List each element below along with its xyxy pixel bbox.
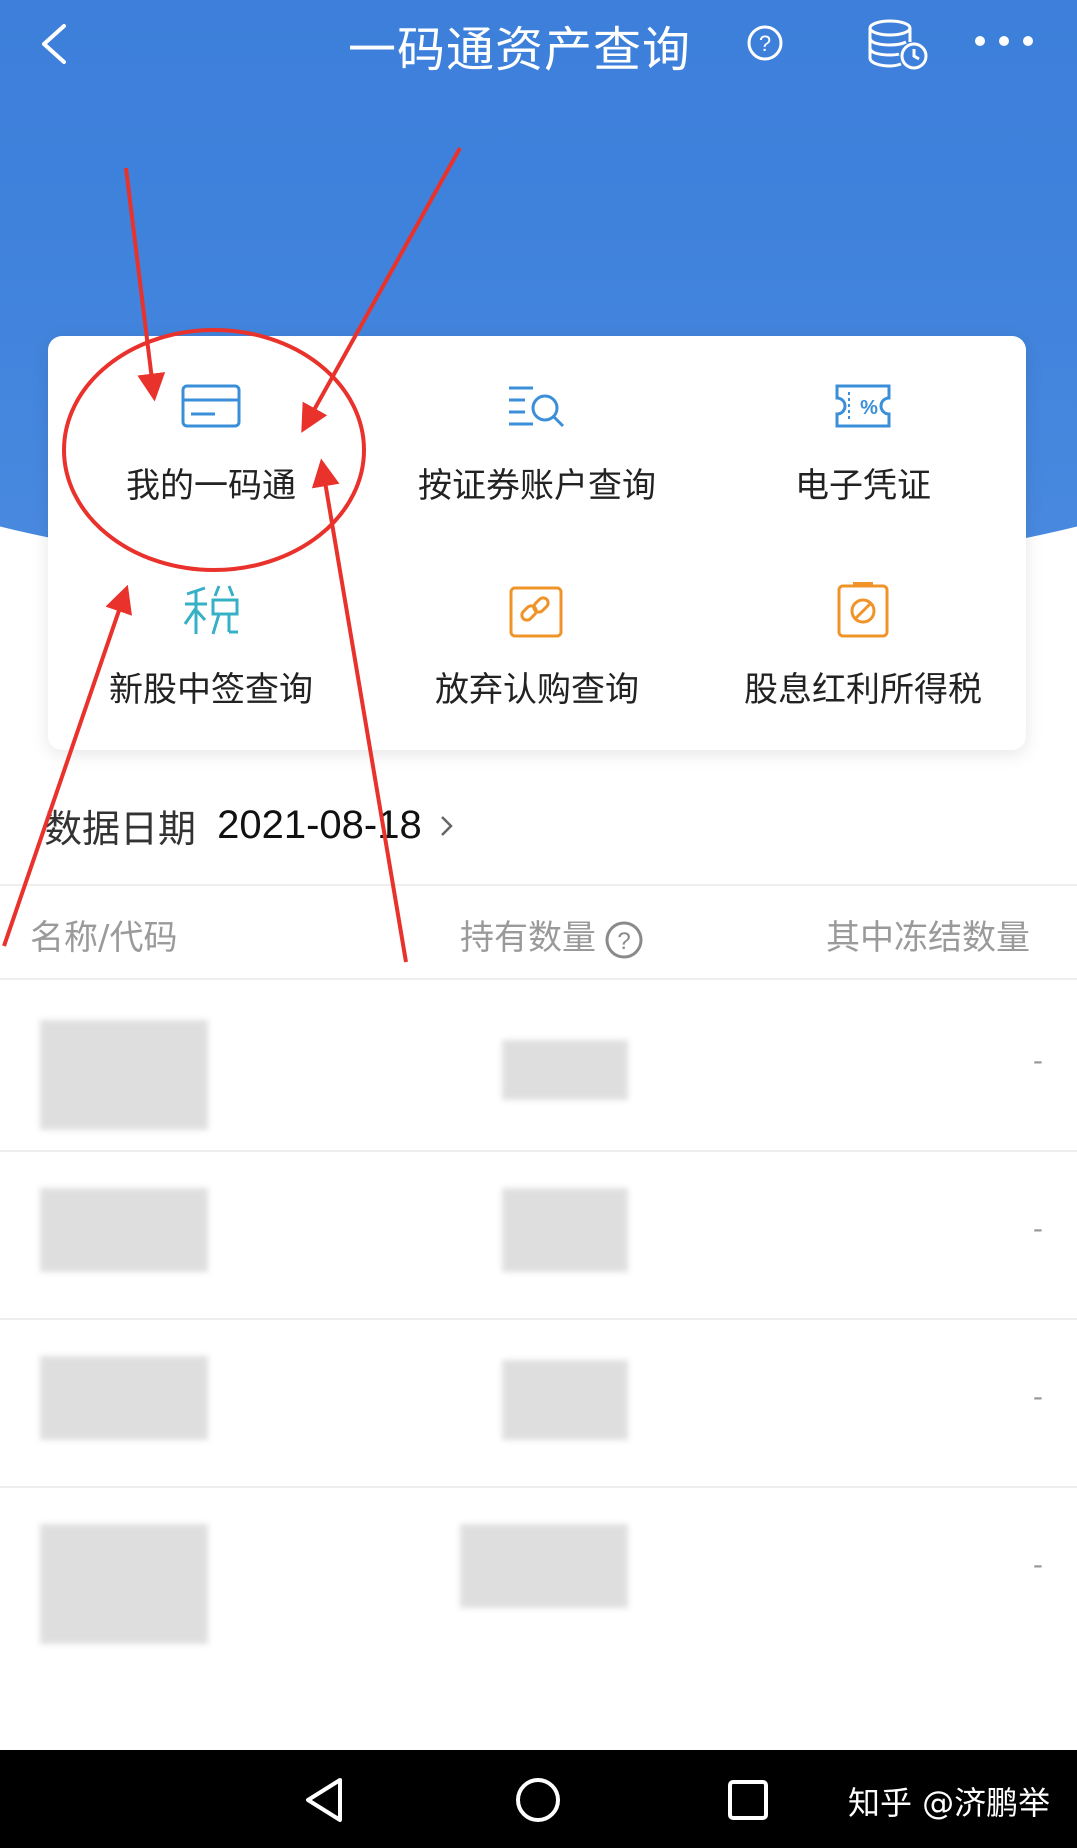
card-icon <box>181 384 241 428</box>
blurred-security-name <box>40 1356 208 1440</box>
data-date-label: 数据日期 <box>44 807 197 851</box>
feature-card: 我的一码通 按证券账户查询 % 电子凭证 新股中签查询 放弃认购查询 股息红利所… <box>48 336 1026 750</box>
forbidden-doc-icon <box>837 582 889 638</box>
help-icon[interactable]: ? <box>604 920 644 960</box>
table-row[interactable]: - <box>0 1488 1077 1656</box>
feature-label: 按证券账户查询 <box>418 466 656 506</box>
feature-e-voucher[interactable]: % 电子凭证 <box>700 336 1026 526</box>
column-header-name: 名称/代码 <box>30 918 178 958</box>
feature-abandon-subscription[interactable]: 放弃认购查询 <box>374 540 700 730</box>
feature-dividend-tax[interactable]: 股息红利所得税 <box>700 540 1026 730</box>
svg-text:?: ? <box>759 31 771 56</box>
data-date-value: 2021-08-18 <box>217 803 422 847</box>
feature-label: 放弃认购查询 <box>435 670 639 710</box>
frozen-quantity: - <box>1032 1548 1043 1581</box>
top-bar: 一码通资产查询 ? <box>0 0 1077 90</box>
feature-label: 电子凭证 <box>795 466 931 506</box>
link-edit-icon <box>509 586 563 638</box>
database-clock-icon[interactable] <box>862 14 932 74</box>
blurred-holding-quantity <box>502 1040 628 1100</box>
back-arrow-icon[interactable] <box>28 16 78 72</box>
blurred-security-name <box>40 1524 208 1644</box>
nav-recents-icon[interactable] <box>720 1772 776 1828</box>
more-menu-icon[interactable] <box>970 26 1040 56</box>
divider <box>0 884 1077 886</box>
app-screen: 一码通资产查询 ? 我的一码通 按证券账户查询 % 电子凭证 新股中签查询 放弃… <box>0 0 1077 1848</box>
help-icon[interactable]: ? <box>746 24 784 62</box>
feature-label: 股息红利所得税 <box>744 670 982 710</box>
blurred-holding-quantity <box>502 1360 628 1440</box>
column-header-holding-label: 持有数量 <box>460 918 596 958</box>
blurred-holding-quantity <box>460 1524 628 1608</box>
table-row[interactable]: - <box>0 984 1077 1152</box>
svg-text:%: % <box>860 397 878 419</box>
column-header-frozen: 其中冻结数量 <box>826 918 1030 958</box>
blurred-holding-quantity <box>502 1188 628 1272</box>
frozen-quantity: - <box>1032 1212 1043 1245</box>
feature-account-query[interactable]: 按证券账户查询 <box>374 336 700 526</box>
blurred-security-name <box>40 1188 208 1272</box>
tax-character-icon <box>183 585 239 635</box>
percent-ticket-icon: % <box>835 384 891 428</box>
chevron-right-icon <box>440 815 453 836</box>
divider <box>0 978 1077 980</box>
svg-text:?: ? <box>617 928 630 955</box>
list-search-icon <box>509 386 565 428</box>
data-date-selector[interactable]: 数据日期 2021-08-18 <box>44 798 457 854</box>
table-row[interactable]: - <box>0 1152 1077 1320</box>
nav-home-icon[interactable] <box>510 1772 566 1828</box>
frozen-quantity: - <box>1032 1380 1043 1413</box>
feature-ipo-lottery[interactable]: 新股中签查询 <box>48 540 374 730</box>
watermark: 知乎 @济鹏举 <box>848 1784 1051 1822</box>
feature-label: 新股中签查询 <box>109 670 313 710</box>
page-title: 一码通资产查询 <box>348 22 692 78</box>
blurred-security-name <box>40 1020 208 1130</box>
frozen-quantity: - <box>1032 1044 1043 1077</box>
column-header-holding: 持有数量 ? <box>460 910 644 960</box>
feature-my-code[interactable]: 我的一码通 <box>48 336 374 526</box>
nav-back-icon[interactable] <box>298 1772 354 1828</box>
table-row[interactable]: - <box>0 1320 1077 1488</box>
feature-label: 我的一码通 <box>126 466 296 506</box>
